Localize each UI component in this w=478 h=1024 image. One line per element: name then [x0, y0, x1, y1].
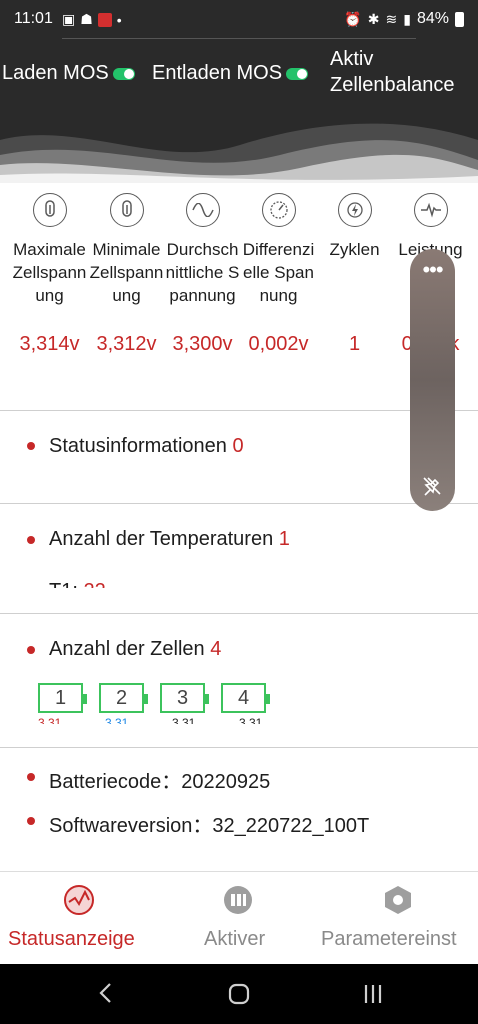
- bottom-nav: Statusanzeige Aktiver Parametereinst: [0, 871, 478, 964]
- home-icon[interactable]: [228, 983, 250, 1010]
- pulse-icon: [413, 193, 448, 227]
- bullet-icon: [27, 817, 35, 825]
- battery-code-label: Batteriecode：: [49, 771, 182, 793]
- gallery-icon: ▣: [62, 11, 76, 27]
- cell-battery-icon[interactable]: 2: [99, 683, 148, 713]
- cell-number: 3: [176, 686, 189, 709]
- metric-value: 0,002v: [248, 333, 309, 355]
- status-icon: [63, 884, 95, 922]
- status-info-count: 0: [232, 435, 244, 457]
- metric-value: 3,312v: [96, 333, 157, 355]
- metric-value: 1: [348, 333, 361, 355]
- cell-number: 2: [115, 686, 128, 709]
- cell-battery-icon[interactable]: 3: [160, 683, 209, 713]
- discharge-mos-switch[interactable]: Entladen MOS: [152, 62, 309, 85]
- metric-label: Zyklen: [329, 240, 380, 259]
- tab-label: Aktiver: [204, 928, 266, 950]
- cell-count-label: Anzahl der Zellen: [49, 638, 205, 660]
- temperature-t1: T1: 22: [49, 578, 106, 588]
- temperature-count-value: 1: [278, 528, 290, 550]
- metric-max-cell-voltage: Maximale Zellspannung 3,314v: [11, 193, 88, 355]
- cell-count-row: Anzahl der Zellen 4: [49, 638, 221, 661]
- battery-percent: 84%: [416, 10, 449, 27]
- wave-decoration: [0, 123, 478, 183]
- temperature-t1-label: T1:: [49, 580, 78, 588]
- thermometer-icon: [32, 193, 67, 227]
- notification-icon: ☗: [80, 11, 93, 27]
- discharge-mos-label: Entladen MOS: [152, 62, 283, 84]
- cell-voltage: 3,31: [239, 716, 263, 724]
- metric-diff-voltage: Differenzielle Spannung 0,002v: [240, 193, 317, 355]
- metric-label: Maximale Zellspannung: [12, 240, 87, 305]
- charge-mos-switch[interactable]: Laden MOS: [2, 62, 135, 85]
- wifi-icon: ≋: [385, 10, 398, 27]
- software-version-row: Softwareversion：32_220722_100T: [49, 809, 369, 838]
- metric-min-cell-voltage: Minimale Zellspannung 3,312v: [88, 193, 165, 355]
- more-options-icon[interactable]: •••: [410, 257, 455, 283]
- thermometer-icon: [109, 193, 144, 227]
- tab-label: Parametereinst: [321, 928, 457, 950]
- cell-number: 1: [54, 686, 67, 709]
- divider: [0, 503, 478, 504]
- recents-icon[interactable]: [362, 983, 384, 1010]
- settings-hex-icon: [382, 884, 414, 922]
- balancer-icon: [222, 884, 254, 922]
- divider: [0, 613, 478, 614]
- cell-voltage: 3,31: [38, 716, 62, 724]
- more-notifications-dot-icon: •: [116, 11, 122, 28]
- metric-label: Durchschnittliche Spannung: [165, 240, 240, 305]
- charge-mos-label: Laden MOS: [2, 62, 109, 84]
- metric-cycles: Zyklen 1: [316, 193, 393, 355]
- metrics-section: Maximale Zellspannung 3,314v Minimale Ze…: [0, 183, 478, 408]
- floating-side-panel[interactable]: •••: [410, 249, 455, 511]
- bullet-icon: [27, 536, 35, 544]
- cell-voltage: 3,31: [105, 716, 129, 724]
- header-panel: Laden MOS Entladen MOS Aktiv Zellenbalan…: [0, 38, 478, 183]
- temperature-count-label: Anzahl der Temperaturen: [49, 528, 274, 550]
- cell-number: 4: [237, 686, 250, 709]
- bullet-icon: [27, 442, 35, 450]
- metric-label: Differenzielle Spannung: [242, 240, 315, 305]
- sine-wave-icon: [185, 193, 220, 227]
- metric-value: 3,314v: [19, 333, 80, 355]
- active-balance-label-1: Aktiv: [330, 48, 374, 70]
- back-icon[interactable]: [98, 982, 114, 1009]
- lightning-icon: [337, 193, 372, 227]
- cell-battery-icon[interactable]: 1: [38, 683, 87, 713]
- divider: [0, 747, 478, 748]
- gauge-icon: [261, 193, 296, 227]
- status-bar: 11:01 ▣ ☗ • ⏰ ✱ ≋ ▮ 84%: [0, 0, 478, 38]
- signal-icon: ▮: [403, 10, 411, 27]
- battery-icon: [455, 11, 464, 27]
- battery-code-value: 20220925: [181, 771, 271, 793]
- status-info-label: Statusinformationen: [49, 435, 227, 457]
- temperature-count-row: Anzahl der Temperaturen 1: [49, 528, 290, 551]
- software-version-value: 32_220722_100T: [212, 815, 370, 837]
- alarm-icon: ⏰: [344, 10, 362, 27]
- battery-code-row: Batteriecode：20220925: [49, 765, 270, 794]
- divider: [0, 410, 478, 411]
- system-nav-bar: [0, 964, 478, 1024]
- active-balance-switch[interactable]: Aktiv Zellenbalance: [330, 46, 455, 98]
- charge-mos-toggle[interactable]: [112, 67, 135, 80]
- discharge-mos-toggle[interactable]: [286, 67, 309, 80]
- bullet-icon: [27, 646, 35, 654]
- temperature-t1-value: 22: [83, 580, 105, 588]
- metric-avg-voltage: Durchschnittliche Spannung 3,300v: [164, 193, 241, 355]
- software-version-label: Softwareversion：: [49, 815, 213, 837]
- cell-list: 1 2 3 4: [38, 683, 270, 713]
- cell-count-value: 4: [210, 638, 222, 660]
- bluetooth-icon: ✱: [367, 10, 380, 27]
- clock: 11:01: [14, 10, 53, 27]
- app-notification-icon: [97, 12, 112, 27]
- pin-off-icon[interactable]: [421, 475, 443, 502]
- metric-value: 3,300v: [172, 333, 233, 355]
- active-balance-label-2: Zellenbalance: [330, 74, 455, 96]
- cell-voltage: 3,31: [172, 716, 196, 724]
- status-info-row[interactable]: Statusinformationen 0: [49, 435, 244, 458]
- tab-label: Statusanzeige: [8, 928, 135, 950]
- cell-battery-icon[interactable]: 4: [221, 683, 270, 713]
- bullet-icon: [27, 773, 35, 781]
- metric-label: Minimale Zellspannung: [89, 240, 164, 305]
